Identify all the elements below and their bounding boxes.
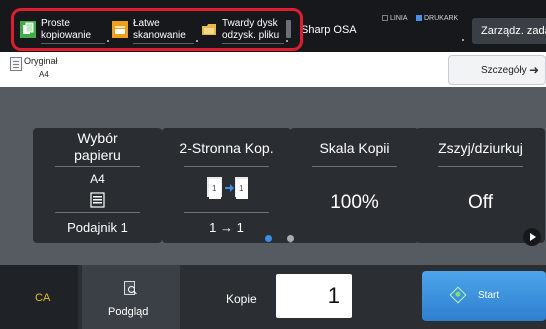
next-page-arrow-icon[interactable] [523,228,541,246]
tile-paper-footer: Podajnik 1 [67,220,128,235]
svg-text:1: 1 [212,184,217,193]
clear-all-label: CA [35,292,51,304]
tile-duplex-footer: 1 → 1 [209,220,244,235]
page-indicator-2[interactable] [287,235,294,242]
preview-magnifier-icon [124,281,135,295]
tile-copy-ratio[interactable]: Skala Kopii 100% [290,128,419,243]
original-size: A4 [39,70,49,79]
tile-paper-title-1: Wybór [77,130,118,146]
settings-area: Wybór papieru A4 Podajnik 1 2-Stronna Ko… [0,87,546,265]
printer-status-icon [416,15,422,21]
status-line: LINIA [382,15,408,22]
clear-all-button[interactable]: CA [0,265,78,329]
tile-paper-value: A4 [90,172,105,186]
preview-button[interactable]: Podgląd [82,265,180,329]
svg-text:1: 1 [239,184,244,193]
tile-staple-punch[interactable]: Zszyj/dziurkuj Off [416,128,545,243]
status-printer: DRUKARK [416,15,458,22]
preview-label: Podgląd [108,306,149,318]
tile-ratio-title: Skala Kopii [319,140,390,156]
duplex-icon: 1 1 [205,174,250,209]
original-document-icon [10,57,22,71]
arrow-right-icon: ➜ [529,63,540,77]
tile-ratio-value: 100% [330,192,379,213]
start-label: Start [478,290,500,301]
paper-tray-icon [90,192,105,213]
tile-paper-select[interactable]: Wybór papieru A4 Podajnik 1 [33,128,162,243]
copies-input[interactable]: 1 [276,274,352,318]
shortcut-highlight-frame [11,8,303,51]
start-button[interactable]: Start [422,271,546,321]
bottom-bar: CA Podgląd Kopie 1 Start [0,265,546,329]
line-status-icon [382,15,388,21]
tile-staple-value: Off [468,192,493,213]
tile-duplex-title: 2-Stronna Kop. [179,140,274,156]
page-indicator-1[interactable] [265,235,272,242]
tile-staple-title: Zszyj/dziurkuj [438,140,523,156]
start-icon [449,286,467,304]
device-name: Sharp OSA [301,24,357,36]
details-button-label: Szczegóły [481,65,527,76]
details-button[interactable]: Szczegóły ➜ [448,55,546,85]
original-label: Oryginał [24,56,58,66]
job-status-button[interactable]: Zarządz. zadani [472,18,546,44]
tile-paper-title-2: papieru [74,147,121,163]
tile-duplex[interactable]: 2-Stronna Kop. 1 1 1 → 1 [162,128,291,243]
copies-label: Kopie [226,292,257,306]
